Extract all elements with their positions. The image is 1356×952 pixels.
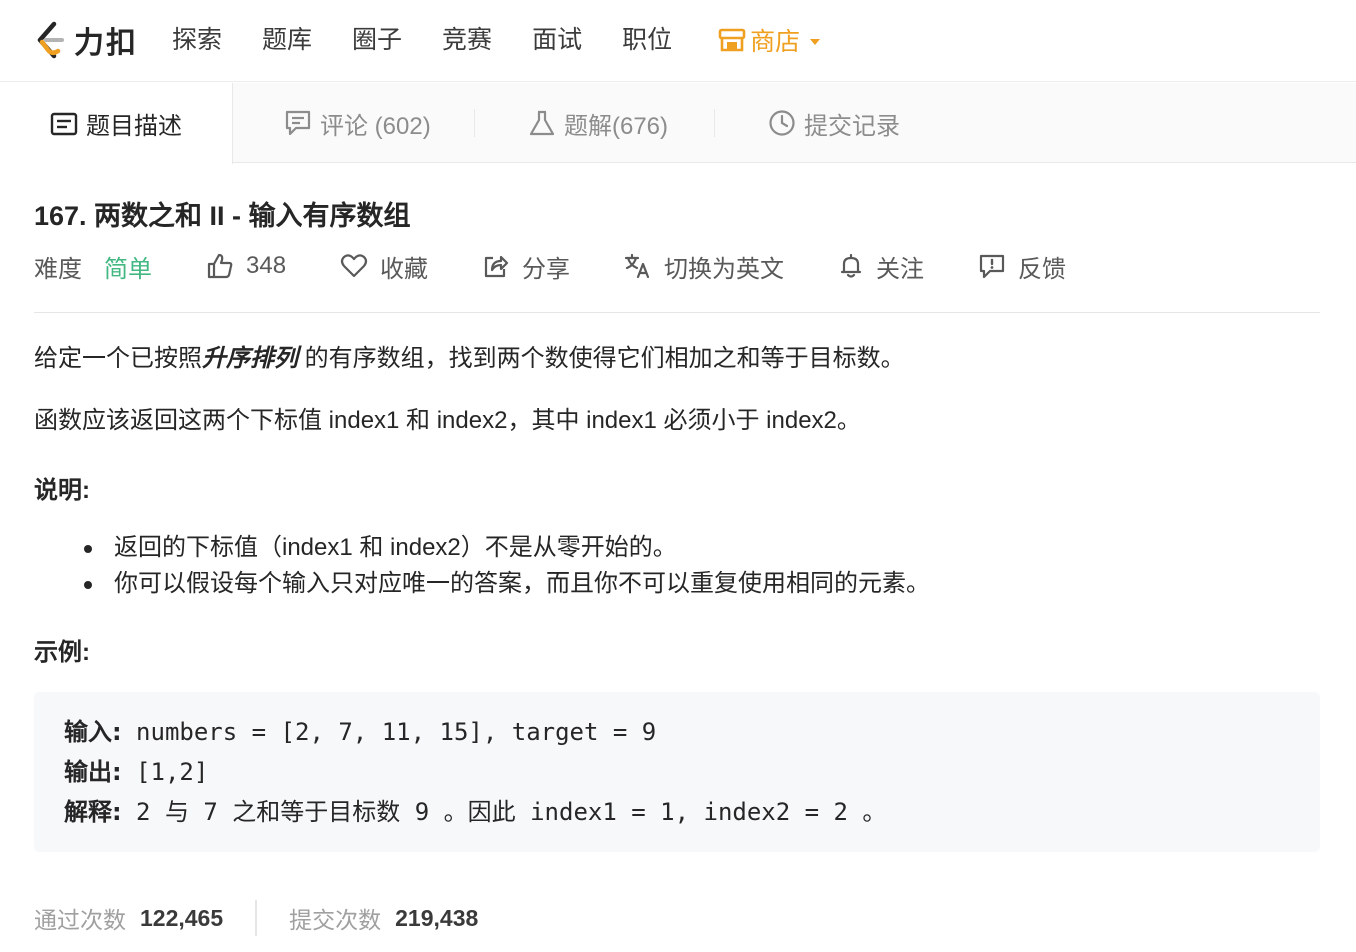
bell-icon (840, 253, 862, 278)
description-paragraph-2: 函数应该返回这两个下标值 index1 和 index2，其中 index1 必… (34, 407, 861, 434)
divider (34, 312, 1320, 313)
tab-comments-label: 评论 (602) (320, 112, 431, 140)
like-button[interactable]: 348 (206, 252, 286, 280)
follow-button[interactable]: 关注 (838, 249, 924, 284)
accepted-label: 通过次数 (34, 907, 126, 933)
translate-icon (624, 253, 650, 279)
submitted-label: 提交次数 (289, 907, 382, 933)
example-code-block: 输入: numbers = [2, 7, 11, 15], target = 9… (34, 692, 1320, 852)
nav-interview[interactable]: 面试 (532, 22, 582, 58)
tab-comments[interactable]: 评论 (602) (284, 83, 431, 163)
description-paragraph-1: 给定一个已按照升序排列 的有序数组，找到两个数使得它们相加之和等于目标数。 (34, 342, 905, 376)
explain-value: 2 与 7 之和等于目标数 9 。因此 index1 = 1, index2 =… (121, 798, 887, 826)
nav-contest[interactable]: 竞赛 (442, 22, 492, 58)
nav-links: 探索 题库 圈子 竞赛 面试 职位 商店 (172, 22, 821, 58)
emphasis-text: 升序排列 (202, 345, 298, 372)
favorite-label: 收藏 (380, 255, 429, 283)
like-count: 348 (246, 252, 287, 279)
feedback-label: 反馈 (1018, 255, 1067, 283)
tab-solutions-label: 题解(676) (564, 112, 669, 140)
comment-icon (285, 110, 311, 136)
example-explain-line: 解释: 2 与 7 之和等于目标数 9 。因此 index1 = 1, inde… (64, 792, 1290, 832)
difficulty-badge: 简单 (104, 255, 152, 283)
problem-tabs: 题目描述 评论 (602) 题解(676) 提交记录 (0, 83, 1356, 164)
tab-divider (714, 109, 715, 137)
nav-problemset[interactable]: 题库 (262, 22, 312, 58)
nav-store[interactable]: 商店 (718, 22, 821, 58)
switch-language-label: 切换为英文 (664, 255, 785, 283)
flask-icon (529, 110, 555, 136)
tab-description[interactable]: 题目描述 (0, 83, 233, 164)
input-label: 输入: (64, 718, 122, 746)
list-item: 你可以假设每个输入只对应唯一的答案，而且你不可以重复使用相同的元素。 (82, 566, 930, 602)
tab-submissions[interactable]: 提交记录 (768, 83, 900, 163)
input-value: numbers = [2, 7, 11, 15], target = 9 (121, 718, 657, 746)
submission-stats: 通过次数 122,465 提交次数 219,438 (34, 898, 478, 938)
description-text: 给定一个已按照 (34, 345, 202, 372)
description-icon (50, 112, 78, 135)
clock-icon (769, 110, 795, 136)
accepted-count: 122,465 (140, 904, 224, 931)
description-text: 的有序数组，找到两个数使得它们相加之和等于目标数。 (298, 345, 905, 372)
submitted-count: 219,438 (395, 904, 479, 931)
list-item: 返回的下标值（index1 和 index2）不是从零开始的。 (82, 530, 930, 566)
tab-description-label: 题目描述 (86, 113, 182, 140)
example-input-line: 输入: numbers = [2, 7, 11, 15], target = 9 (64, 712, 1290, 752)
store-icon (718, 28, 746, 52)
example-heading: 示例: (34, 639, 90, 666)
feedback-icon (979, 254, 1005, 279)
share-button[interactable]: 分享 (482, 249, 570, 284)
tab-submissions-label: 提交记录 (804, 112, 900, 140)
nav-explore[interactable]: 探索 (172, 22, 222, 58)
example-output-line: 输出: [1,2] (64, 752, 1290, 792)
brand-name: 力扣 (74, 27, 138, 60)
difficulty-label: 难度 (34, 255, 82, 283)
heart-icon (340, 254, 368, 278)
output-label: 输出: (64, 758, 122, 786)
nav-jobs[interactable]: 职位 (622, 22, 672, 58)
share-icon (484, 255, 509, 278)
follow-label: 关注 (876, 255, 925, 283)
problem-meta-bar: 难度 简单 348 收藏 分享 切换为英文 关注 反馈 (34, 248, 1120, 284)
tab-divider (474, 109, 475, 137)
share-label: 分享 (522, 255, 571, 283)
notes-heading: 说明: (34, 477, 90, 504)
output-value: [1,2] (121, 758, 209, 786)
top-nav: 力扣 探索 题库 圈子 竞赛 面试 职位 商店 (0, 0, 1356, 82)
problem-title: 167. 两数之和 II - 输入有序数组 (34, 201, 411, 231)
chevron-down-icon (810, 38, 821, 45)
thumbs-up-icon (207, 253, 233, 279)
store-label: 商店 (750, 28, 801, 56)
logo[interactable]: 力扣 (34, 20, 144, 60)
favorite-button[interactable]: 收藏 (340, 249, 428, 284)
explain-label: 解释: (64, 798, 122, 826)
nav-circle[interactable]: 圈子 (352, 22, 402, 58)
leetcode-logo-icon (37, 21, 64, 59)
feedback-button[interactable]: 反馈 (978, 249, 1066, 284)
tab-solutions[interactable]: 题解(676) (528, 83, 668, 163)
stats-divider (255, 900, 258, 936)
switch-language-button[interactable]: 切换为英文 (624, 249, 784, 284)
notes-list: 返回的下标值（index1 和 index2）不是从零开始的。 你可以假设每个输… (82, 530, 930, 602)
